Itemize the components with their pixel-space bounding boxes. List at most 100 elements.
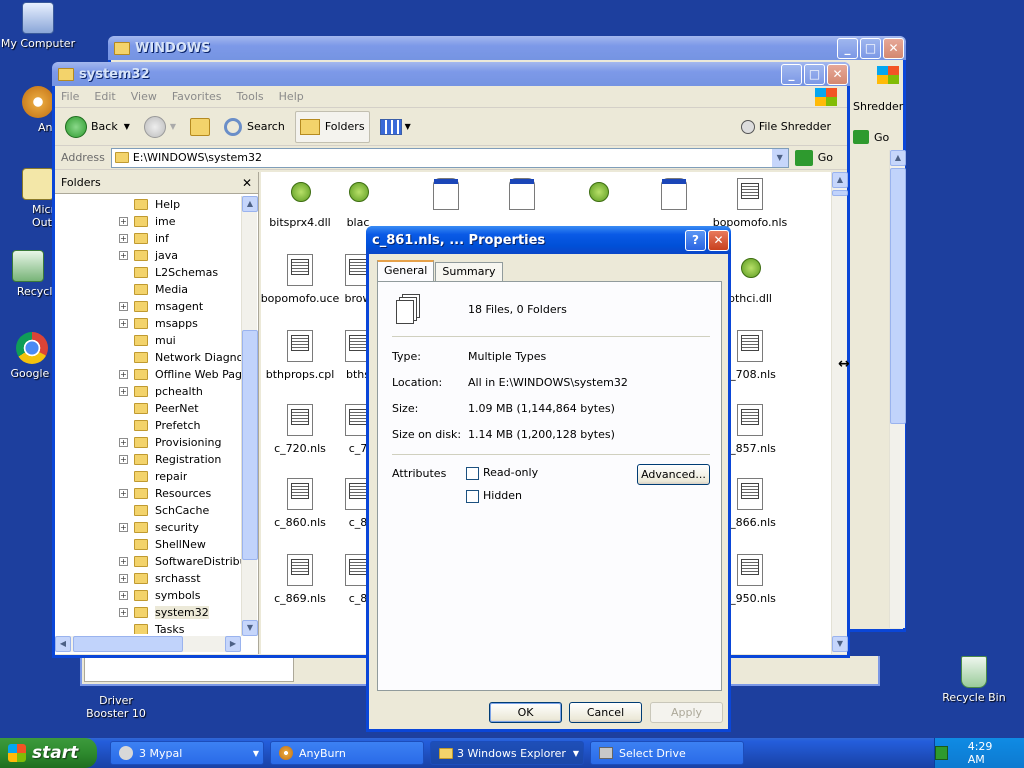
apply-button[interactable]: Apply: [650, 702, 723, 723]
readonly-checkbox[interactable]: Read-only: [466, 466, 538, 480]
tree-item[interactable]: + msagent: [119, 298, 203, 315]
menu-edit[interactable]: Edit: [94, 90, 115, 103]
tree-item[interactable]: + SoftwareDistribut: [119, 553, 241, 570]
expand-icon[interactable]: +: [119, 557, 128, 566]
go-button[interactable]: Go: [853, 130, 889, 144]
forward-button[interactable]: ▼: [140, 111, 180, 143]
tree-item[interactable]: SchCache: [119, 502, 209, 519]
close-button[interactable]: ✕: [883, 37, 904, 59]
tree-item[interactable]: + java: [119, 247, 178, 264]
menu-view[interactable]: View: [131, 90, 157, 103]
tree-item[interactable]: Tasks: [119, 621, 184, 634]
expand-icon[interactable]: +: [119, 489, 128, 498]
tree-item[interactable]: Network Diagnost: [119, 349, 241, 366]
menu-help[interactable]: Help: [279, 90, 304, 103]
expand-icon[interactable]: +: [119, 387, 128, 396]
tree-horizontal-scrollbar[interactable]: ◀ ▶: [55, 636, 241, 652]
expand-icon[interactable]: +: [119, 608, 128, 617]
file-item[interactable]: blac: [313, 178, 403, 229]
expand-icon[interactable]: +: [119, 302, 128, 311]
close-icon[interactable]: ✕: [242, 176, 252, 190]
tree-item[interactable]: + msapps: [119, 315, 198, 332]
desktop-icon-my-computer[interactable]: My Computer: [0, 2, 78, 50]
close-button[interactable]: ✕: [708, 229, 729, 251]
address-input[interactable]: E:\WINDOWS\system32 ▼: [110, 147, 789, 168]
back-window-scrollbar[interactable]: ▲: [889, 150, 906, 628]
cancel-button[interactable]: Cancel: [569, 702, 642, 723]
expand-icon[interactable]: +: [119, 234, 128, 243]
tree-item[interactable]: Prefetch: [119, 417, 200, 434]
desktop-icon-driver-booster[interactable]: Driver Booster 10: [76, 694, 156, 720]
desktop-icon-recycle-bin[interactable]: Recycle Bin: [934, 656, 1014, 704]
tree-item[interactable]: + Resources: [119, 485, 211, 502]
folders-button[interactable]: Folders: [294, 110, 370, 143]
tree-item[interactable]: repair: [119, 468, 187, 485]
tree-item[interactable]: Help: [119, 196, 180, 213]
menu-file[interactable]: File: [61, 90, 79, 103]
tree-item[interactable]: + Registration: [119, 451, 221, 468]
properties-dialog[interactable]: c_861.nls, ... Properties ? ✕ General Su…: [366, 226, 731, 732]
tree-item[interactable]: + security: [119, 519, 199, 536]
tab-general[interactable]: General: [377, 260, 435, 281]
file-view-scrollbar[interactable]: ▲ ▼: [831, 172, 848, 654]
address-go-button[interactable]: Go: [794, 149, 833, 166]
clock[interactable]: 4:29 AM: [968, 740, 1008, 766]
menu-favorites[interactable]: Favorites: [172, 90, 222, 103]
scroll-thumb[interactable]: [890, 168, 906, 424]
expand-icon[interactable]: +: [119, 455, 128, 464]
scroll-thumb[interactable]: [73, 636, 183, 652]
tree-item[interactable]: PeerNet: [119, 400, 199, 417]
tree-item[interactable]: ShellNew: [119, 536, 206, 553]
tree-item[interactable]: + symbols: [119, 587, 200, 604]
scroll-up-button[interactable]: ▲: [242, 196, 258, 212]
windows-window-titlebar[interactable]: WINDOWS _ □ ✕: [108, 36, 906, 60]
expand-icon[interactable]: +: [119, 438, 128, 447]
expand-icon[interactable]: +: [119, 217, 128, 226]
scroll-down-button[interactable]: ▼: [242, 620, 258, 636]
scroll-thumb[interactable]: [242, 330, 258, 560]
maximize-button[interactable]: □: [860, 37, 881, 59]
scroll-up-button[interactable]: ▲: [890, 150, 906, 166]
taskbar-item-windows-explorer[interactable]: 3 Windows Explorer ▼: [430, 741, 584, 765]
tray-icon[interactable]: [935, 746, 948, 760]
tree-item[interactable]: + inf: [119, 230, 169, 247]
tree-item[interactable]: + pchealth: [119, 383, 203, 400]
search-button[interactable]: Search: [220, 111, 289, 143]
expand-icon[interactable]: +: [119, 523, 128, 532]
up-folder-button[interactable]: [186, 111, 214, 143]
expand-icon[interactable]: +: [119, 251, 128, 260]
explorer-titlebar[interactable]: system32 _ □ ✕: [52, 62, 850, 86]
tree-item[interactable]: + system32: [119, 604, 209, 621]
dialog-titlebar[interactable]: c_861.nls, ... Properties ? ✕: [366, 226, 731, 254]
scroll-right-button[interactable]: ▶: [225, 636, 241, 652]
start-button[interactable]: start: [0, 738, 97, 768]
tree-item[interactable]: Media: [119, 281, 188, 298]
shredder-toolbar-label[interactable]: Shredder: [853, 100, 903, 113]
taskbar-item-select-drive[interactable]: Select Drive: [590, 741, 744, 765]
checkbox-box[interactable]: [466, 466, 479, 480]
expand-icon[interactable]: +: [119, 370, 128, 379]
advanced-button[interactable]: Advanced...: [637, 464, 710, 485]
minimize-button[interactable]: _: [781, 63, 802, 85]
tree-item[interactable]: + Offline Web Page: [119, 366, 241, 383]
menu-tools[interactable]: Tools: [237, 90, 264, 103]
tree-item[interactable]: + srchasst: [119, 570, 201, 587]
expand-icon[interactable]: +: [119, 591, 128, 600]
scroll-left-button[interactable]: ◀: [55, 636, 71, 652]
scroll-thumb[interactable]: [832, 190, 848, 196]
checkbox-box[interactable]: [466, 489, 479, 503]
scroll-down-button[interactable]: ▼: [832, 636, 848, 652]
expand-icon[interactable]: +: [119, 574, 128, 583]
taskbar-item-mypal[interactable]: 3 Mypal ▼: [110, 741, 264, 765]
file-shredder-button[interactable]: File Shredder: [737, 111, 835, 143]
back-button[interactable]: Back ▼: [61, 111, 134, 143]
ok-button[interactable]: OK: [489, 702, 562, 723]
tab-summary[interactable]: Summary: [435, 262, 503, 281]
help-button[interactable]: ?: [685, 229, 706, 251]
tree-item[interactable]: + ime: [119, 213, 176, 230]
taskbar-item-anyburn[interactable]: AnyBurn: [270, 741, 424, 765]
file-item[interactable]: bopomofo.nls: [705, 178, 795, 229]
tree-vertical-scrollbar[interactable]: ▲ ▼: [241, 196, 258, 636]
tree-item[interactable]: mui: [119, 332, 176, 349]
views-button[interactable]: ▼: [376, 111, 415, 143]
